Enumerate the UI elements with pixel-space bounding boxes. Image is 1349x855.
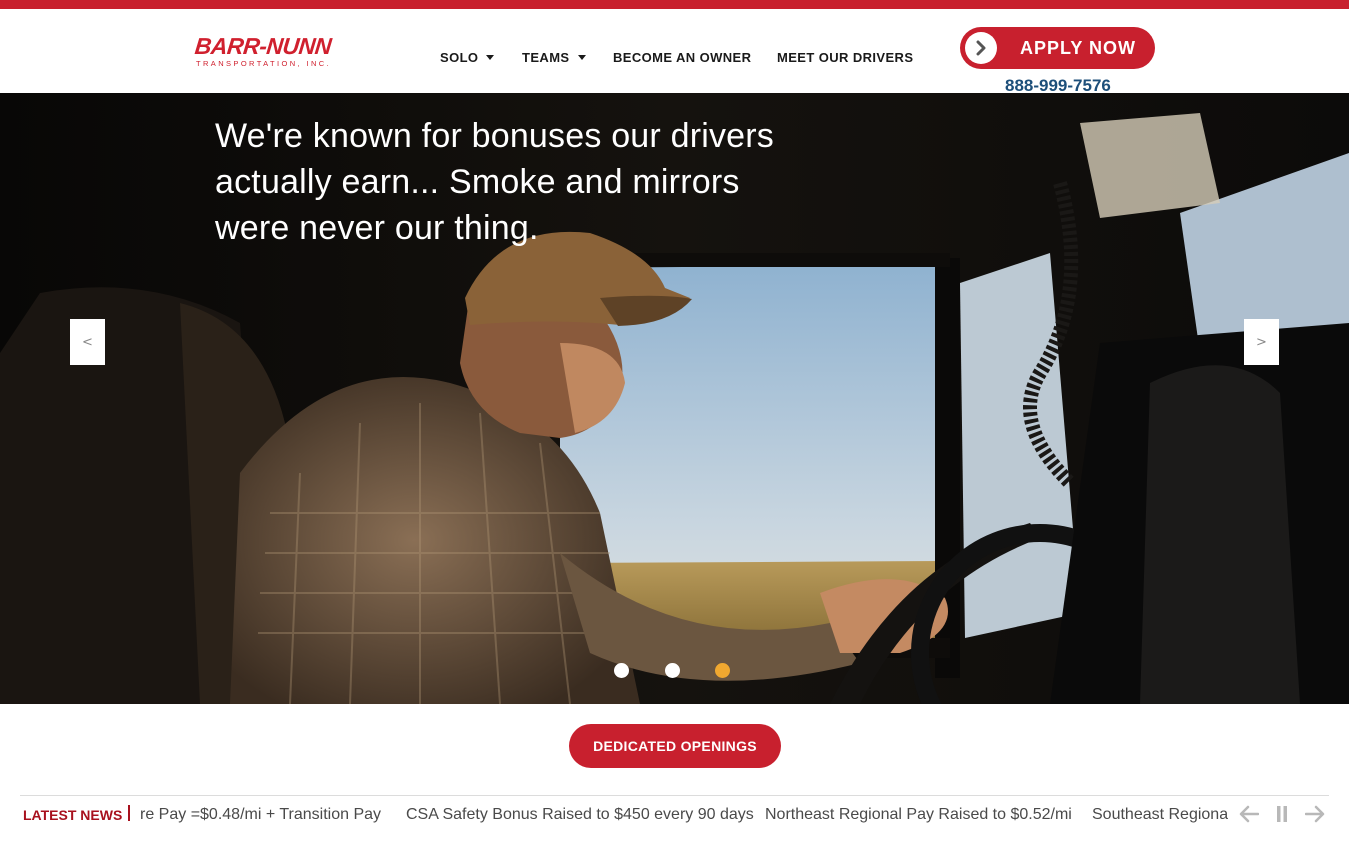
apply-now-label: APPLY NOW xyxy=(1020,38,1137,58)
logo-tagline: TRANSPORTATION, INC. xyxy=(196,59,332,68)
news-item[interactable]: CSA Safety Bonus Raised to $450 every 90… xyxy=(406,806,754,824)
news-ticker-viewport: re Pay =$0.48/mi + Transition Pay CSA Sa… xyxy=(140,796,1228,832)
hero-headline: We're known for bonuses our drivers actu… xyxy=(215,117,775,247)
news-item[interactable]: Northeast Regional Pay Raised to $0.52/m… xyxy=(765,806,1072,824)
slide-indicators xyxy=(614,663,734,679)
apply-now-button[interactable]: APPLY NOW xyxy=(960,27,1155,69)
nav-item-label: MEET OUR DRIVERS xyxy=(777,49,914,65)
slide-dot-1[interactable] xyxy=(614,663,629,678)
nav-item-meet-our-drivers[interactable]: MEET OUR DRIVERS xyxy=(777,50,913,65)
top-accent-strip xyxy=(0,0,1349,9)
slide-dot-3-active[interactable] xyxy=(715,663,730,678)
nav-item-become-an-owner[interactable]: BECOME AN OWNER xyxy=(613,50,751,65)
arrow-left-icon[interactable] xyxy=(1238,804,1260,824)
pause-icon[interactable] xyxy=(1271,804,1293,824)
nav-item-label: SOLO xyxy=(440,49,479,65)
caret-down-icon xyxy=(577,55,586,60)
hero-slider: We're known for bonuses our drivers actu… xyxy=(0,93,1349,704)
arrow-right-icon[interactable] xyxy=(1304,804,1326,824)
news-item[interactable]: re Pay =$0.48/mi + Transition Pay xyxy=(140,806,381,824)
chevron-right-icon xyxy=(965,32,997,64)
nav-item-teams[interactable]: TEAMS xyxy=(522,50,586,65)
slide-prev-button[interactable]: < xyxy=(70,319,105,365)
logo-wordmark: BARR-NUNN xyxy=(193,33,333,59)
latest-news-label: LATEST NEWS xyxy=(23,807,123,823)
nav-item-label: BECOME AN OWNER xyxy=(613,49,752,65)
slide-next-button[interactable]: > xyxy=(1244,319,1279,365)
news-divider xyxy=(128,805,130,821)
news-item[interactable]: Southeast Regional Pay Raised xyxy=(1092,806,1228,824)
site-header: BARR-NUNN TRANSPORTATION, INC. SOLO TEAM… xyxy=(0,9,1349,95)
nav-item-label: TEAMS xyxy=(522,49,570,65)
nav-item-solo[interactable]: SOLO xyxy=(440,49,495,65)
caret-down-icon xyxy=(486,55,495,60)
slide-dot-2[interactable] xyxy=(665,663,680,678)
latest-news-ticker: LATEST NEWS re Pay =$0.48/mi + Transitio… xyxy=(20,795,1329,831)
dedicated-openings-button[interactable]: DEDICATED OPENINGS xyxy=(569,724,781,768)
barr-nunn-logo[interactable]: BARR-NUNN TRANSPORTATION, INC. xyxy=(193,33,355,80)
